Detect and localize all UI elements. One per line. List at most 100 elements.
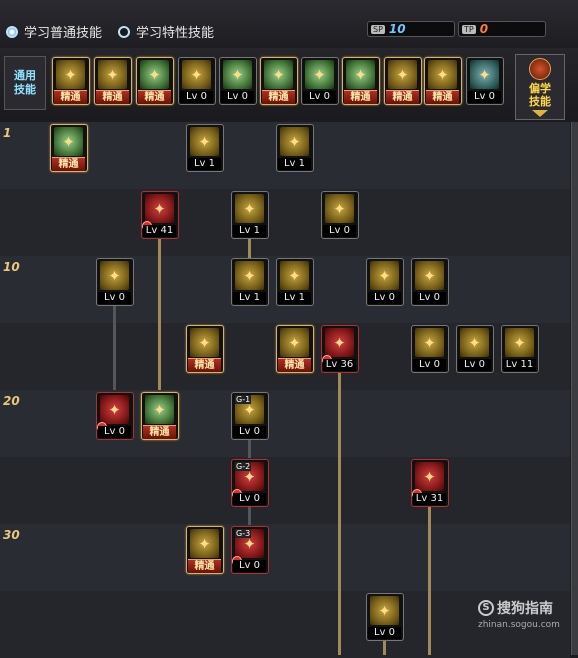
skill-slot[interactable]: ✦ Lv 41 [141, 191, 179, 239]
skill-slot[interactable]: ✦ Lv 0 [96, 392, 134, 440]
arrow-up-icon: ✦ [370, 261, 399, 290]
skill-slot[interactable]: ✦ Lv 1 [276, 124, 314, 172]
skill-slot[interactable]: ✦ 精通 [52, 57, 90, 105]
dropdown-arrow-icon[interactable] [532, 110, 548, 117]
sogou-logo-icon: S [478, 600, 494, 616]
skill-level: Lv 0 [233, 493, 266, 505]
level-label: 30 [3, 528, 20, 542]
gun-icon: ✦ [325, 194, 354, 223]
mastered-badge: 精通 [426, 90, 459, 104]
skill-slot[interactable]: ✦ 精通 [50, 124, 88, 172]
skill-level: Lv 0 [221, 91, 254, 103]
whirl-icon: ✦ [190, 328, 219, 357]
skill-connector [158, 237, 161, 390]
skill-slot[interactable]: ✦ Lv 0 [219, 57, 257, 105]
radio-empty-icon [118, 25, 130, 38]
sp-value: 10 [388, 22, 406, 36]
general-skills-tab[interactable]: 通用技能 [4, 56, 46, 110]
mastered-badge: 精通 [262, 90, 295, 104]
kick-icon: ✦ [280, 127, 309, 156]
skill-slot[interactable]: ✦ Lv 0 [366, 258, 404, 306]
sp-tag: SP [371, 24, 385, 34]
skill-slot[interactable]: ✦ Lv 1 [231, 191, 269, 239]
radio-checked-icon [6, 25, 18, 38]
skill-slot[interactable]: ✦ 精通 [260, 57, 298, 105]
skill-level: Lv 1 [278, 292, 311, 304]
eye-icon: ✦ [388, 60, 417, 89]
learn-normal-radio[interactable]: 学习普通技能 [6, 22, 102, 41]
skill-level: Lv 0 [98, 292, 131, 304]
learn-special-label: 学习特性技能 [136, 26, 215, 41]
soldier-icon: ✦ [305, 60, 334, 89]
skill-slot[interactable]: ✦ Lv 0 [321, 191, 359, 239]
mastered-badge: 精通 [278, 358, 311, 372]
skill-slot[interactable]: ✦ 精通 [342, 57, 380, 105]
skill-level: Lv 0 [233, 426, 266, 438]
vertical-scrollbar[interactable] [571, 122, 578, 655]
mastered-badge: 精通 [188, 559, 221, 573]
skill-slot[interactable]: ✦ Lv 0 [466, 57, 504, 105]
skill-level: Lv 0 [413, 292, 446, 304]
skill-tree-grid: 1 10 20 30 ✦ 精通 ✦ Lv 1 ✦ Lv 1 ✦ Lv 41 ✦ Lv 1 ✦ Lv 0… [0, 122, 570, 658]
tp-tag: TP [462, 24, 476, 34]
skill-slot[interactable]: ✦ 精通 [276, 325, 314, 373]
skill-slot[interactable]: ✦ 精通 [424, 57, 462, 105]
skill-slot[interactable]: ✦ Lv 36 [321, 325, 359, 373]
skill-connector [428, 505, 431, 655]
kneeling-figure-icon: ✦ [98, 60, 127, 89]
skill-level: Lv 36 [323, 359, 356, 371]
skill-level: Lv 0 [233, 560, 266, 572]
skill-slot[interactable]: ✦ Lv 31 [411, 459, 449, 507]
mastered-badge: 精通 [54, 90, 87, 104]
skill-grade-tag: G-3 [235, 529, 252, 538]
level-label: 1 [3, 126, 12, 140]
tornado-red-icon: ✦ [100, 395, 129, 424]
watermark-url: zhinan.sogou.com [478, 620, 560, 630]
offclass-emblem-icon [529, 58, 551, 80]
target-green-icon: ✦ [223, 60, 252, 89]
skill-slot[interactable]: ✦ Lv 0 [456, 325, 494, 373]
skill-slot[interactable]: ✦ Lv 11 [501, 325, 539, 373]
skill-slot[interactable]: ✦ 精通 [136, 57, 174, 105]
skill-slot[interactable]: ✦ G-2 Lv 0 [231, 459, 269, 507]
skill-slot[interactable]: ✦ Lv 0 [366, 593, 404, 641]
skill-level: Lv 0 [98, 426, 131, 438]
skill-slot[interactable]: ✦ Lv 0 [411, 325, 449, 373]
skill-slot[interactable]: ✦ G-3 Lv 0 [231, 526, 269, 574]
mastered-badge: 精通 [344, 90, 377, 104]
skill-connector [383, 639, 386, 655]
mountain-icon: ✦ [460, 328, 489, 357]
watermark: S 搜狗指南 [478, 598, 553, 618]
skill-slot[interactable]: ✦ Lv 0 [301, 57, 339, 105]
offclass-skills-tab[interactable]: 偏学技能 [515, 54, 565, 120]
skill-slot[interactable]: ✦ 精通 [94, 57, 132, 105]
skill-slot[interactable]: ✦ Lv 1 [186, 124, 224, 172]
skill-slot[interactable]: ✦ Lv 0 [178, 57, 216, 105]
spear-icon: ✦ [280, 261, 309, 290]
learn-special-radio[interactable]: 学习特性技能 [118, 22, 214, 41]
grenade-icon: ✦ [505, 328, 534, 357]
wings-emblem-icon: ✦ [182, 60, 211, 89]
skill-slot[interactable]: ✦ G-1 Lv 0 [231, 392, 269, 440]
sp-counter: SP 10 [367, 21, 455, 37]
skill-slot[interactable]: ✦ 精通 [384, 57, 422, 105]
skill-slot[interactable]: ✦ Lv 1 [231, 258, 269, 306]
skill-slot[interactable]: ✦ 精通 [141, 392, 179, 440]
target-green-icon: ✦ [264, 60, 293, 89]
skill-level: Lv 0 [413, 359, 446, 371]
skill-slot[interactable]: ✦ Lv 0 [96, 258, 134, 306]
skill-level: Lv 31 [413, 493, 446, 505]
skill-slot[interactable]: ✦ 精通 [186, 526, 224, 574]
skill-level: Lv 0 [303, 91, 336, 103]
mastered-badge: 精通 [188, 358, 221, 372]
skill-slot[interactable]: ✦ Lv 0 [411, 258, 449, 306]
burst-red-icon: ✦ [145, 194, 174, 223]
skill-slot[interactable]: ✦ Lv 1 [276, 258, 314, 306]
skill-level: Lv 1 [233, 292, 266, 304]
skill-slot[interactable]: ✦ 精通 [186, 325, 224, 373]
skill-grade-tag: G-1 [235, 395, 252, 404]
offclass-skills-label: 偏学技能 [529, 82, 551, 108]
mastered-badge: 精通 [143, 425, 176, 439]
skill-level: Lv 0 [458, 359, 491, 371]
skill-connector [338, 372, 341, 655]
